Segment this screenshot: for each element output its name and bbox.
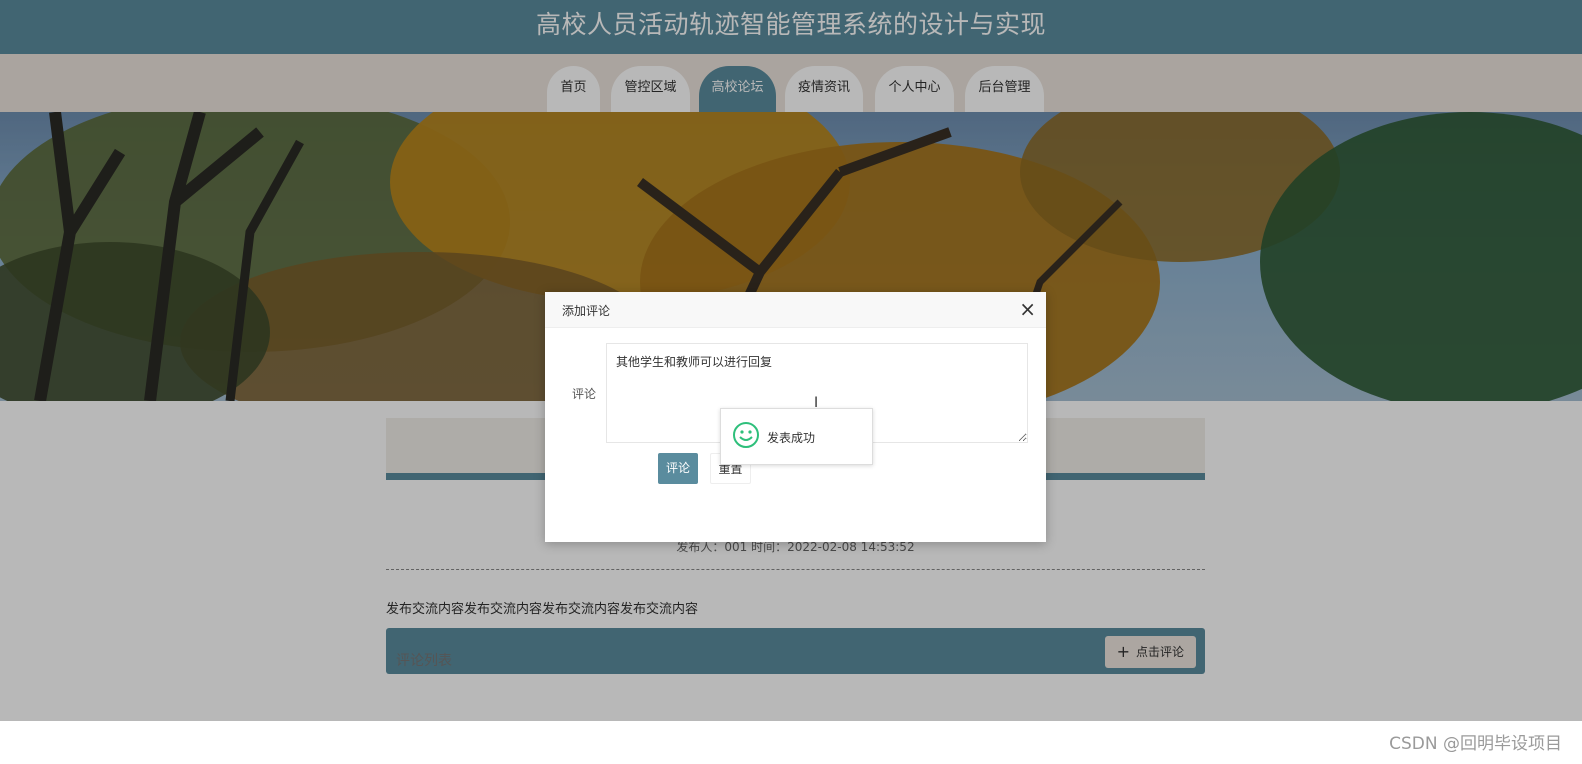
smile-icon — [733, 422, 759, 448]
page-footer-strip — [0, 721, 1582, 764]
success-toast: 发表成功 — [720, 408, 873, 465]
watermark: CSDN @回明毕设项目 — [1389, 734, 1562, 754]
toast-message: 发表成功 — [767, 431, 816, 445]
submit-comment-button[interactable]: 评论 — [658, 453, 698, 484]
dialog-header: 添加评论 × — [545, 292, 1046, 328]
comment-field-label: 评论 — [572, 387, 597, 401]
close-icon[interactable]: × — [1019, 298, 1036, 320]
dialog-title: 添加评论 — [562, 304, 611, 318]
